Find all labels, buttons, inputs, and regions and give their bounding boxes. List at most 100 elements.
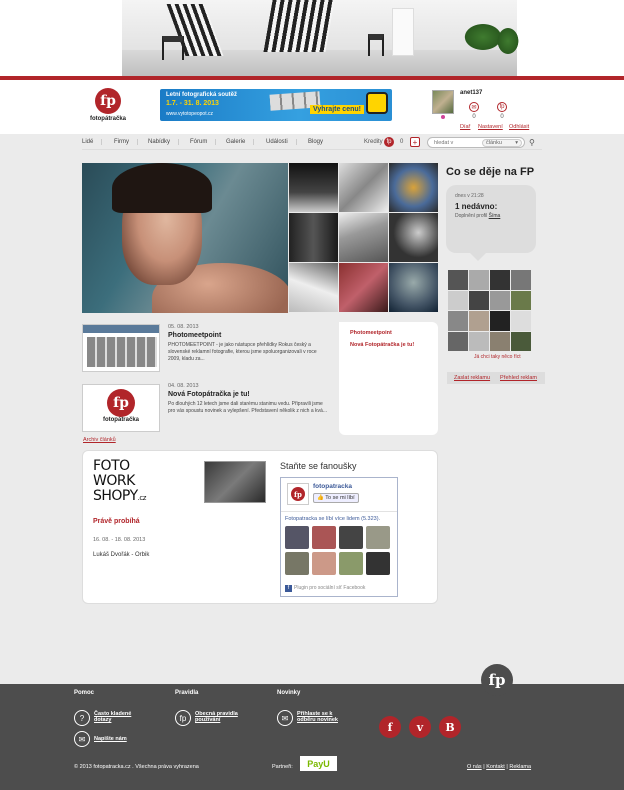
- studio-door-image: [392, 8, 414, 56]
- member-thumbnail[interactable]: [448, 311, 468, 331]
- footer-fp-logo-icon: fp: [481, 664, 513, 696]
- member-thumbnail[interactable]: [469, 290, 489, 310]
- promo-url: www.vytotopeopot.cz: [166, 111, 213, 117]
- workshop-logo-line: WORK: [93, 473, 135, 489]
- featured-photo[interactable]: [82, 163, 288, 313]
- promo-banner[interactable]: Letní fotografická soutěž 1.7. - 31. 8. …: [160, 89, 392, 121]
- article-thumbnail[interactable]: [82, 324, 160, 372]
- nav-item-companies[interactable]: Firmy: [114, 139, 138, 145]
- search-icon[interactable]: ⚲: [529, 138, 535, 147]
- nav-item-people[interactable]: Lidé: [82, 139, 103, 145]
- fan-avatar[interactable]: [285, 552, 309, 575]
- tab-send-ad[interactable]: Zaslat reklamu: [454, 375, 490, 381]
- fan-avatar[interactable]: [312, 552, 336, 575]
- workshop-logo[interactable]: FOTO WORK SHOPY.cz: [93, 459, 163, 507]
- facebook-fan-faces: [285, 526, 393, 576]
- member-thumbnail[interactable]: [448, 331, 468, 351]
- member-thumbnail[interactable]: [490, 290, 510, 310]
- member-thumbnail[interactable]: [448, 270, 468, 290]
- member-thumbnail[interactable]: [469, 311, 489, 331]
- nav-item-blogs[interactable]: Blogy: [308, 139, 331, 145]
- fan-avatar[interactable]: [285, 526, 309, 549]
- member-thumbnail[interactable]: [511, 270, 531, 290]
- article-panel-link[interactable]: Nová Fotopátračka je tu!: [350, 342, 414, 348]
- facebook-like-button[interactable]: 👍 To se mi líbí: [313, 493, 359, 503]
- workshop-logo-line: FOTO: [93, 458, 130, 474]
- member-thumbnail[interactable]: [448, 290, 468, 310]
- member-thumbnail[interactable]: [490, 331, 510, 351]
- logout-link[interactable]: Odhlásit: [509, 124, 529, 130]
- partner-logo-payu[interactable]: PayU: [300, 756, 337, 771]
- article-excerpt: Po dlouhých 12 letech jsme dali starému …: [168, 401, 327, 414]
- contact-us-link[interactable]: Napište nám: [94, 736, 127, 742]
- photo-thumbnail[interactable]: [389, 163, 438, 212]
- nav-item-offers[interactable]: Nabídky: [148, 139, 180, 145]
- article-title[interactable]: Photomeetpoint: [168, 332, 221, 339]
- username[interactable]: anet137: [460, 90, 482, 96]
- studio-chair-image: [368, 34, 384, 56]
- studio-umbrella-image: [263, 0, 335, 52]
- photo-thumbnail[interactable]: [289, 213, 338, 262]
- facebook-page-name[interactable]: fotopatracka: [313, 483, 352, 490]
- photo-thumbnail[interactable]: [289, 163, 338, 212]
- member-thumbnail[interactable]: [469, 331, 489, 351]
- site-logo[interactable]: fp fotopátračka: [84, 88, 132, 132]
- logo-wordmark: fotopátračka: [89, 116, 126, 122]
- messages-icon[interactable]: ✉: [469, 102, 479, 112]
- search-scope-select[interactable]: článku ▾: [482, 139, 522, 147]
- advertising-link[interactable]: Reklama: [509, 764, 531, 770]
- member-thumbnail[interactable]: [469, 270, 489, 290]
- diary-link[interactable]: Díař: [460, 124, 470, 130]
- photo-thumbnail[interactable]: [389, 263, 438, 312]
- search-input[interactable]: [434, 139, 478, 147]
- facebook-page-avatar[interactable]: fp: [287, 483, 309, 505]
- fan-avatar[interactable]: [339, 552, 363, 575]
- member-thumbnail[interactable]: [490, 311, 510, 331]
- facebook-icon[interactable]: f: [379, 716, 401, 738]
- faq-link[interactable]: Často kladené dotazy: [94, 711, 140, 723]
- photo-thumbnail[interactable]: [339, 213, 388, 262]
- photo-thumbnail[interactable]: [339, 163, 388, 212]
- photo-thumbnail[interactable]: [389, 213, 438, 262]
- tab-ads-overview[interactable]: Přehled reklam: [500, 375, 537, 381]
- article-panel-link[interactable]: Photomeetpoint: [350, 330, 392, 336]
- member-thumbnail[interactable]: [511, 311, 531, 331]
- article-thumbnail[interactable]: fp fotopátračka: [82, 384, 160, 432]
- member-thumbnail[interactable]: [511, 331, 531, 351]
- fan-avatar[interactable]: [366, 526, 390, 549]
- avatar[interactable]: [432, 90, 454, 114]
- fan-avatar[interactable]: [312, 526, 336, 549]
- blogger-icon[interactable]: B: [439, 716, 461, 738]
- chevron-down-icon: ▾: [515, 140, 518, 146]
- promo-title: Letní fotografická soutěž: [166, 92, 238, 98]
- nav-item-events[interactable]: Události: [266, 139, 297, 145]
- notifications-icon[interactable]: fp: [497, 102, 507, 112]
- contact-link[interactable]: Kontakt: [486, 764, 505, 770]
- fp-logo-icon: fp: [107, 389, 135, 417]
- archive-link[interactable]: Archiv článků: [83, 437, 116, 443]
- join-link[interactable]: Já chci taky něco říct: [474, 354, 521, 360]
- photo-thumbnail[interactable]: [289, 263, 338, 312]
- footer-bottom-links: O nás | Kontakt | Reklama: [467, 764, 532, 770]
- workshop-name[interactable]: Lukáš Dvořák - Orbik: [93, 552, 149, 558]
- article-date: 05. 08. 2013: [168, 324, 199, 330]
- search-scope-value: článku: [486, 140, 502, 146]
- nav-item-forum[interactable]: Fórum: [190, 139, 217, 145]
- vimeo-icon[interactable]: v: [409, 716, 431, 738]
- settings-link[interactable]: Nastavení: [478, 124, 503, 130]
- activity-user-link[interactable]: Šíma: [489, 213, 501, 219]
- camera-icon: [366, 92, 388, 114]
- rules-link[interactable]: Obecná pravidla používání: [195, 711, 247, 723]
- add-credits-button[interactable]: +: [410, 137, 420, 147]
- workshop-photo[interactable]: [204, 461, 266, 503]
- member-thumbnail[interactable]: [511, 290, 531, 310]
- article-title[interactable]: Nová Fotopátračka je tu!: [168, 391, 250, 398]
- fan-avatar[interactable]: [339, 526, 363, 549]
- member-thumbnail[interactable]: [490, 270, 510, 290]
- fan-avatar[interactable]: [366, 552, 390, 575]
- photo-thumbnail[interactable]: [339, 263, 388, 312]
- about-link[interactable]: O nás: [467, 764, 482, 770]
- nav-item-gallery[interactable]: Galerie: [226, 139, 255, 145]
- newsletter-link[interactable]: Přihlaste se k odběru novinek: [297, 711, 351, 723]
- articles-panel: Photomeetpoint Nová Fotopátračka je tu!: [339, 322, 438, 435]
